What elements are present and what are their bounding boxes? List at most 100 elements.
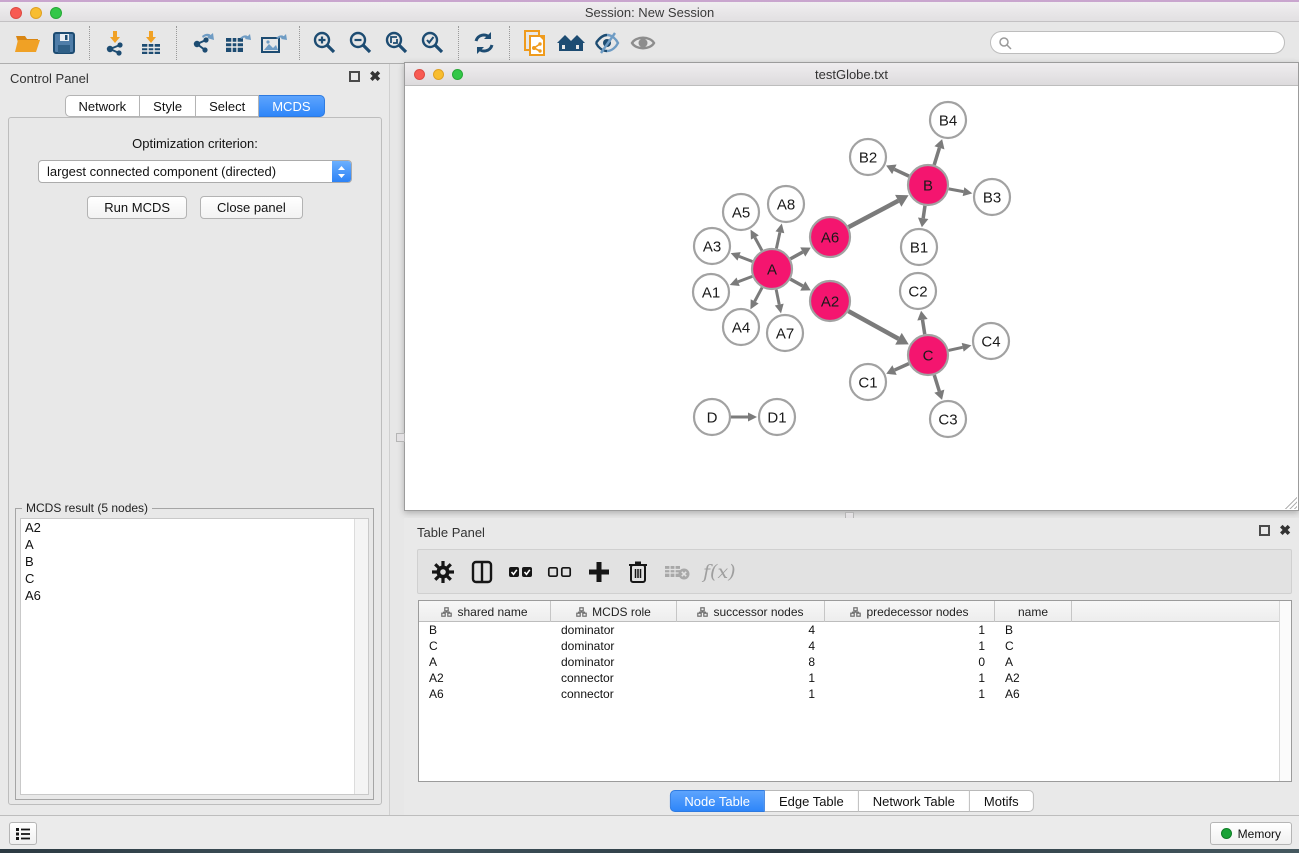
edge-arrowhead bbox=[963, 187, 973, 196]
add-column-icon[interactable] bbox=[586, 559, 612, 585]
edge-A-A8[interactable] bbox=[776, 232, 779, 248]
task-list-icon bbox=[15, 827, 31, 841]
vertical-splitter-handle[interactable] bbox=[396, 433, 405, 442]
edge-B-B1[interactable] bbox=[923, 206, 925, 218]
table-row[interactable]: A6connector11A6 bbox=[419, 686, 1291, 702]
status-bar: Memory bbox=[0, 815, 1299, 849]
select-all-icon[interactable] bbox=[508, 559, 534, 585]
result-list-item[interactable]: A2 bbox=[21, 519, 368, 536]
edge-A-A5[interactable] bbox=[755, 237, 762, 250]
tab-select[interactable]: Select bbox=[196, 95, 259, 117]
open-file-icon[interactable] bbox=[10, 27, 46, 59]
edge-C-C4[interactable] bbox=[948, 347, 962, 350]
column-header-name[interactable]: name bbox=[995, 601, 1072, 622]
tab-node-table[interactable]: Node Table bbox=[669, 790, 765, 812]
result-list-item[interactable]: A bbox=[21, 536, 368, 553]
resize-grip[interactable] bbox=[1284, 496, 1297, 509]
export-network-icon[interactable] bbox=[184, 27, 220, 59]
mcds-result-list[interactable]: A2ABCA6 bbox=[20, 518, 369, 795]
table-row[interactable]: Bdominator41B bbox=[419, 622, 1291, 638]
float-table-panel-icon[interactable] bbox=[1259, 525, 1270, 536]
import-table-icon[interactable] bbox=[133, 27, 169, 59]
import-network-icon[interactable] bbox=[97, 27, 133, 59]
node-label-B1: B1 bbox=[910, 240, 928, 257]
edge-A-A7[interactable] bbox=[776, 290, 779, 305]
tab-style[interactable]: Style bbox=[140, 95, 196, 117]
zoom-in-icon[interactable] bbox=[307, 27, 343, 59]
float-panel-icon[interactable] bbox=[349, 71, 360, 82]
home-view-icon[interactable] bbox=[553, 27, 589, 59]
tab-motifs[interactable]: Motifs bbox=[970, 790, 1034, 812]
result-scrollbar[interactable] bbox=[354, 519, 368, 794]
show-graphics-icon[interactable] bbox=[625, 27, 661, 59]
column-header-MCDS-role[interactable]: MCDS role bbox=[551, 601, 677, 622]
edge-A6-B[interactable] bbox=[849, 201, 899, 227]
refresh-icon[interactable] bbox=[466, 27, 502, 59]
tab-mcds[interactable]: MCDS bbox=[259, 95, 324, 117]
table-row[interactable]: Cdominator41C bbox=[419, 638, 1291, 654]
table-cell: 1 bbox=[825, 638, 995, 654]
network-window-title: testGlobe.txt bbox=[405, 67, 1298, 82]
table-scrollbar[interactable] bbox=[1279, 601, 1291, 781]
hide-graphics-icon[interactable] bbox=[589, 27, 625, 59]
edge-C-C3[interactable] bbox=[934, 375, 939, 391]
column-selector-icon[interactable] bbox=[469, 559, 495, 585]
criterion-dropdown[interactable]: largest connected component (directed) bbox=[38, 160, 352, 183]
table-cell: A2 bbox=[419, 670, 551, 686]
result-list-item[interactable]: B bbox=[21, 553, 368, 570]
close-table-panel-icon[interactable]: ✖ bbox=[1279, 525, 1291, 536]
table-row[interactable]: Adominator80A bbox=[419, 654, 1291, 670]
toolbar-separator bbox=[176, 26, 177, 60]
tab-edge-table[interactable]: Edge Table bbox=[765, 790, 859, 812]
network-window-titlebar[interactable]: testGlobe.txt bbox=[405, 63, 1298, 86]
search-field[interactable] bbox=[990, 31, 1285, 54]
result-list-item[interactable]: A6 bbox=[21, 587, 368, 604]
column-header-successor-nodes[interactable]: successor nodes bbox=[677, 601, 825, 622]
zoom-fit-icon[interactable] bbox=[379, 27, 415, 59]
network-canvas[interactable]: B4B2BB3A8A5A6A3B1AC2A1A2A4A7C4CC1DD1C3 bbox=[405, 86, 1298, 510]
edge-A2-C[interactable] bbox=[848, 311, 898, 339]
node-label-C3: C3 bbox=[938, 412, 957, 429]
edge-A-A6[interactable] bbox=[790, 252, 802, 259]
task-history-button[interactable] bbox=[9, 822, 37, 845]
delete-column-icon[interactable] bbox=[625, 559, 651, 585]
node-label-B2: B2 bbox=[859, 150, 877, 167]
tab-network-table[interactable]: Network Table bbox=[859, 790, 970, 812]
desktop-background-strip bbox=[0, 849, 1299, 853]
edge-A-A4[interactable] bbox=[755, 288, 762, 302]
memory-status-icon bbox=[1221, 828, 1232, 839]
result-list-item[interactable]: C bbox=[21, 570, 368, 587]
edge-A-A2[interactable] bbox=[790, 279, 802, 286]
export-image-icon[interactable] bbox=[256, 27, 292, 59]
edge-B-B4[interactable] bbox=[934, 148, 939, 165]
memory-button[interactable]: Memory bbox=[1210, 822, 1292, 845]
table-row[interactable]: A2connector11A2 bbox=[419, 670, 1291, 686]
column-header-predecessor-nodes[interactable]: predecessor nodes bbox=[825, 601, 995, 622]
close-panel-icon[interactable]: ✖ bbox=[369, 71, 381, 82]
edge-C-C1[interactable] bbox=[895, 364, 909, 370]
edge-A-A1[interactable] bbox=[738, 276, 752, 281]
zoom-out-icon[interactable] bbox=[343, 27, 379, 59]
table-cell: dominator bbox=[551, 654, 677, 670]
edge-B-B3[interactable] bbox=[949, 189, 964, 192]
save-session-icon[interactable] bbox=[46, 27, 82, 59]
edge-A-A3[interactable] bbox=[739, 256, 752, 261]
settings-gear-icon[interactable] bbox=[430, 559, 456, 585]
zoom-selected-icon[interactable] bbox=[415, 27, 451, 59]
run-mcds-button[interactable]: Run MCDS bbox=[87, 196, 187, 219]
node-label-A1: A1 bbox=[702, 285, 720, 302]
edge-arrowhead bbox=[962, 343, 972, 352]
tab-network[interactable]: Network bbox=[64, 95, 140, 117]
network-graph[interactable]: B4B2BB3A8A5A6A3B1AC2A1A2A4A7C4CC1DD1C3 bbox=[405, 86, 1298, 510]
copy-document-icon[interactable] bbox=[517, 27, 553, 59]
node-label-C2: C2 bbox=[908, 284, 927, 301]
table-cell: 1 bbox=[825, 622, 995, 638]
search-input[interactable] bbox=[1012, 34, 1284, 52]
edge-C-C2[interactable] bbox=[922, 320, 924, 335]
export-table-icon[interactable] bbox=[220, 27, 256, 59]
node-table[interactable]: shared nameMCDS rolesuccessor nodesprede… bbox=[418, 600, 1292, 782]
column-header-shared-name[interactable]: shared name bbox=[419, 601, 551, 622]
edge-B-B2[interactable] bbox=[894, 169, 909, 176]
close-panel-button[interactable]: Close panel bbox=[200, 196, 303, 219]
deselect-all-icon[interactable] bbox=[547, 559, 573, 585]
